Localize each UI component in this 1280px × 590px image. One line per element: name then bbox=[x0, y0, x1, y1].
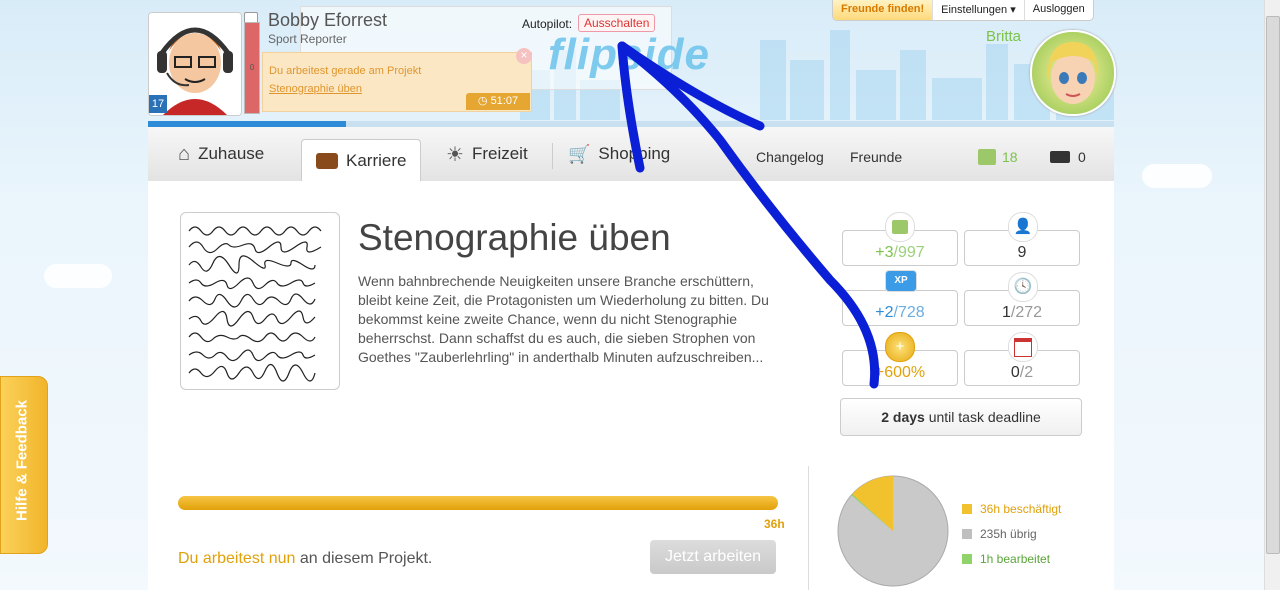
changelog-link[interactable]: Changelog bbox=[756, 149, 824, 165]
coin-bonus-icon: + bbox=[885, 332, 915, 362]
character-name[interactable]: Bobby Eforrest bbox=[268, 10, 387, 31]
xp-icon: XP bbox=[885, 270, 917, 292]
legend-swatch bbox=[962, 529, 972, 539]
house-icon: ⌂ bbox=[178, 142, 191, 165]
briefcase-icon bbox=[316, 152, 338, 169]
clock-icon: 🕓 bbox=[1008, 272, 1038, 302]
project-notice-link[interactable]: Stenographie üben bbox=[269, 83, 362, 95]
legend-done-label: 1h bearbeitet bbox=[980, 552, 1051, 566]
stat-xp-total: /728 bbox=[893, 304, 925, 321]
project-notice-text: Du arbeitest gerade am Projekt bbox=[269, 65, 422, 77]
feedback-label: Hilfe & Feedback bbox=[13, 400, 31, 521]
task-description: Wenn bahnbrechende Neuigkeiten unsere Br… bbox=[358, 273, 769, 365]
ticket-value: 0 bbox=[1078, 149, 1086, 165]
stat-time-total: /272 bbox=[1010, 304, 1043, 321]
friends-link[interactable]: Freunde bbox=[850, 149, 902, 165]
task-image bbox=[180, 212, 340, 390]
legend-swatch bbox=[962, 504, 972, 514]
scrollbar-thumb[interactable] bbox=[1266, 16, 1280, 554]
nav-divider bbox=[552, 143, 553, 169]
work-now-button[interactable]: Jetzt arbeiten bbox=[650, 540, 776, 574]
autopilot-label: Autopilot: bbox=[522, 17, 573, 31]
legend-swatch bbox=[962, 554, 972, 564]
settings-menu[interactable]: Einstellungen ▾ bbox=[932, 0, 1024, 20]
work-status: Du arbeitest nun an diesem Projekt. bbox=[178, 550, 432, 568]
deadline-value: 2 days bbox=[881, 409, 925, 425]
stat-time-current: 1 bbox=[1001, 304, 1011, 321]
project-timer: ◷ 51:07 bbox=[466, 93, 530, 110]
stat-calendar-current: 0 bbox=[1010, 364, 1020, 381]
tab-leisure-label: Freizeit bbox=[471, 144, 528, 163]
stat-bonus-value: +600% bbox=[874, 364, 926, 381]
partner-face-icon bbox=[1047, 42, 1099, 104]
top-nav: Freunde finden! Einstellungen ▾ Auslogge… bbox=[832, 0, 1094, 21]
close-icon[interactable]: × bbox=[516, 48, 532, 64]
deadline-text: until task deadline bbox=[924, 409, 1041, 425]
legend-remaining-label: 235h übrig bbox=[980, 527, 1037, 541]
cloud-decoration bbox=[1142, 164, 1212, 188]
energy-bar: 0 bbox=[244, 22, 260, 114]
tab-shopping[interactable]: 🛒 Shopping bbox=[568, 139, 670, 169]
stat-xp-gain: +2 bbox=[875, 304, 894, 321]
work-status-highlight: Du arbeitest nun bbox=[178, 550, 296, 567]
character-job: Sport Reporter bbox=[268, 32, 347, 46]
partner-name[interactable]: Britta bbox=[986, 28, 1021, 45]
tab-leisure[interactable]: ☀ Freizeit bbox=[446, 139, 528, 169]
tab-career[interactable]: Karriere bbox=[301, 139, 422, 181]
tab-home[interactable]: ⌂ Zuhause bbox=[178, 139, 264, 169]
energy-value: 0 bbox=[249, 63, 255, 72]
legend-done: 1h bearbeitet bbox=[962, 552, 1050, 566]
ticket-counter: 0 bbox=[1050, 149, 1086, 165]
tab-shopping-label: Shopping bbox=[598, 144, 671, 163]
shorthand-image bbox=[188, 226, 322, 382]
money-value: 18 bbox=[1002, 149, 1018, 165]
sun-icon: ☀ bbox=[446, 143, 464, 166]
time-pie-chart bbox=[837, 475, 949, 587]
legend-remaining: 235h übrig bbox=[962, 527, 1037, 541]
person-icon: 👤 bbox=[1008, 212, 1038, 242]
find-friends-button[interactable]: Freunde finden! bbox=[833, 0, 933, 20]
stat-money-gain: +3 bbox=[875, 244, 894, 261]
timer-value: 51:07 bbox=[490, 95, 519, 107]
clock-icon: ◷ bbox=[477, 95, 491, 107]
legend-busy: 36h beschäftigt bbox=[962, 502, 1061, 516]
tab-home-label: Zuhause bbox=[198, 144, 265, 163]
stat-xp: +2/728 bbox=[842, 290, 958, 326]
cart-icon: 🛒 bbox=[568, 143, 591, 164]
calendar-icon bbox=[1008, 332, 1038, 362]
money-icon bbox=[885, 212, 915, 242]
cloud-decoration bbox=[44, 264, 112, 288]
tab-career-label: Karriere bbox=[346, 150, 407, 170]
partner-avatar[interactable] bbox=[1030, 30, 1116, 116]
task-deadline: 2 days until task deadline bbox=[840, 398, 1082, 436]
site-logo[interactable]: flipside bbox=[548, 30, 710, 80]
logout-link[interactable]: Ausloggen bbox=[1023, 0, 1093, 20]
main-nav: ⌂ Zuhause Karriere ☀ Freizeit 🛒 Shopping… bbox=[148, 127, 1114, 182]
stat-persons-value: 9 bbox=[1017, 244, 1027, 261]
task-title: Stenographie üben bbox=[358, 217, 671, 258]
money-icon bbox=[978, 149, 996, 165]
divider bbox=[808, 466, 809, 590]
stat-calendar-total: /2 bbox=[1019, 364, 1034, 381]
ticket-icon bbox=[1050, 151, 1070, 163]
work-progress-fill bbox=[178, 496, 778, 510]
stat-money-total: /997 bbox=[893, 244, 925, 261]
work-hours: 36h bbox=[764, 517, 785, 531]
money-counter: 18 bbox=[978, 149, 1018, 165]
work-progress-bar bbox=[178, 496, 778, 510]
work-status-text: an diesem Projekt. bbox=[295, 550, 433, 567]
legend-busy-label: 36h beschäftigt bbox=[980, 502, 1062, 516]
level-badge: 17 bbox=[149, 95, 167, 113]
